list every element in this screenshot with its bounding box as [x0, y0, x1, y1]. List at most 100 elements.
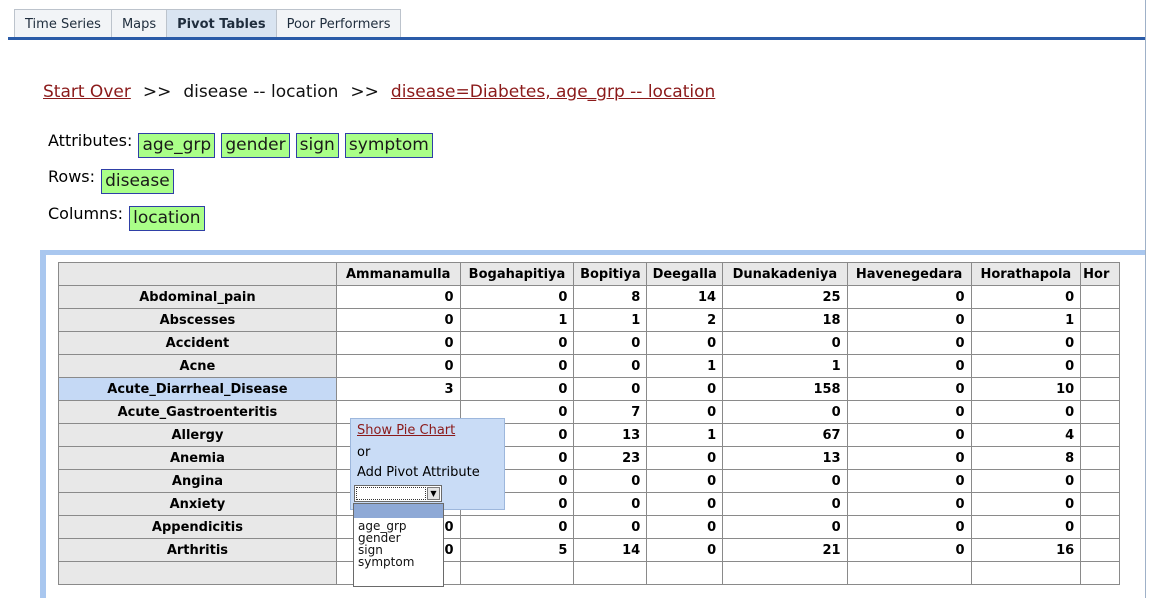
- attribute-chip-sign[interactable]: sign: [295, 133, 339, 158]
- pivot-table-container[interactable]: Ammanamulla Bogahapitiya Bopitiya Deegal…: [58, 262, 1120, 598]
- table-cell[interactable]: 0: [459, 377, 575, 401]
- table-cell[interactable]: 0: [970, 285, 1082, 309]
- pivot-attribute-select[interactable]: ▼: [354, 485, 442, 502]
- row-header[interactable]: Anxiety: [58, 492, 337, 516]
- table-cell[interactable]: 0: [646, 492, 724, 516]
- attribute-chip-age-grp[interactable]: age_grp: [138, 133, 216, 158]
- table-cell[interactable]: 0: [846, 538, 972, 562]
- table-cell[interactable]: 0: [573, 515, 648, 539]
- dropdown-option-symptom[interactable]: symptom: [354, 556, 443, 568]
- table-cell[interactable]: 0: [970, 492, 1082, 516]
- column-header[interactable]: Horathapola: [970, 262, 1082, 286]
- table-cell[interactable]: 0: [335, 354, 461, 378]
- table-cell[interactable]: 18: [722, 308, 848, 332]
- table-cell[interactable]: 67: [722, 423, 848, 447]
- row-header[interactable]: Allergy: [58, 423, 337, 447]
- row-header[interactable]: Anemia: [58, 446, 337, 470]
- table-cell[interactable]: 3: [335, 377, 461, 401]
- table-cell[interactable]: 0: [335, 308, 461, 332]
- breadcrumb-current-link[interactable]: disease=Diabetes, age_grp -- location: [391, 82, 715, 102]
- row-header[interactable]: Acute_Diarrheal_Disease: [58, 377, 337, 401]
- pivot-attribute-dropdown-list[interactable]: age_grp gender sign symptom: [353, 503, 444, 587]
- table-cell[interactable]: 0: [459, 354, 575, 378]
- table-cell[interactable]: 10: [970, 377, 1082, 401]
- table-cell[interactable]: 0: [459, 285, 575, 309]
- table-cell[interactable]: 0: [646, 377, 724, 401]
- table-cell[interactable]: 0: [846, 400, 972, 424]
- table-cell[interactable]: 1: [970, 308, 1082, 332]
- attribute-chip-gender[interactable]: gender: [221, 133, 290, 158]
- table-cell[interactable]: 0: [722, 469, 848, 493]
- table-cell[interactable]: 21: [722, 538, 848, 562]
- column-header[interactable]: Hor: [1080, 262, 1120, 286]
- column-chip-location[interactable]: location: [129, 206, 205, 231]
- table-cell[interactable]: 13: [722, 446, 848, 470]
- row-header[interactable]: Accident: [58, 331, 337, 355]
- table-cell[interactable]: 0: [722, 492, 848, 516]
- table-cell[interactable]: 0: [970, 400, 1082, 424]
- table-cell[interactable]: 16: [970, 538, 1082, 562]
- row-header[interactable]: Appendicitis: [58, 515, 337, 539]
- row-header[interactable]: Arthritis: [58, 538, 337, 562]
- table-cell[interactable]: 0: [846, 492, 972, 516]
- column-header[interactable]: Bopitiya: [573, 262, 648, 286]
- column-header[interactable]: Deegalla: [646, 262, 724, 286]
- table-cell[interactable]: 0: [970, 469, 1082, 493]
- tab-pivot-tables[interactable]: Pivot Tables: [166, 9, 277, 37]
- table-cell[interactable]: 0: [573, 492, 648, 516]
- table-cell[interactable]: 1: [722, 354, 848, 378]
- row-header[interactable]: Acne: [58, 354, 337, 378]
- table-cell[interactable]: 1: [646, 354, 724, 378]
- table-cell[interactable]: 7: [573, 400, 648, 424]
- table-cell[interactable]: 0: [846, 515, 972, 539]
- table-cell[interactable]: 0: [846, 331, 972, 355]
- row-chip-disease[interactable]: disease: [101, 169, 174, 194]
- table-cell[interactable]: 0: [970, 331, 1082, 355]
- table-cell[interactable]: 0: [573, 331, 648, 355]
- table-cell[interactable]: 1: [646, 423, 724, 447]
- row-header[interactable]: Acute_Gastroenteritis: [58, 400, 337, 424]
- table-cell[interactable]: 25: [722, 285, 848, 309]
- table-cell[interactable]: 0: [459, 515, 575, 539]
- table-cell[interactable]: 0: [846, 377, 972, 401]
- table-cell[interactable]: 0: [646, 469, 724, 493]
- table-cell[interactable]: 0: [646, 400, 724, 424]
- table-cell[interactable]: 0: [646, 538, 724, 562]
- table-cell[interactable]: 0: [722, 515, 848, 539]
- table-cell[interactable]: 1: [459, 308, 575, 332]
- breadcrumb-start-over-link[interactable]: Start Over: [43, 82, 131, 102]
- table-cell[interactable]: 14: [573, 538, 648, 562]
- table-cell[interactable]: 0: [846, 423, 972, 447]
- column-header[interactable]: Havenegedara: [846, 262, 972, 286]
- table-cell[interactable]: 0: [646, 446, 724, 470]
- table-cell[interactable]: 0: [646, 331, 724, 355]
- table-cell[interactable]: 4: [970, 423, 1082, 447]
- table-cell[interactable]: 0: [846, 285, 972, 309]
- table-cell[interactable]: 13: [573, 423, 648, 447]
- tab-time-series[interactable]: Time Series: [14, 9, 112, 37]
- table-cell[interactable]: 0: [573, 377, 648, 401]
- tab-maps[interactable]: Maps: [110, 9, 168, 37]
- row-header[interactable]: Abdominal_pain: [58, 285, 337, 309]
- table-cell[interactable]: 0: [459, 331, 575, 355]
- table-cell[interactable]: 0: [335, 285, 461, 309]
- table-cell[interactable]: 0: [573, 469, 648, 493]
- table-cell[interactable]: 0: [722, 331, 848, 355]
- table-cell[interactable]: 0: [846, 446, 972, 470]
- attribute-chip-symptom[interactable]: symptom: [344, 133, 433, 158]
- dropdown-option-blank-highlighted[interactable]: [354, 504, 443, 518]
- column-header[interactable]: Bogahapitiya: [459, 262, 575, 286]
- table-cell[interactable]: 14: [646, 285, 724, 309]
- table-cell[interactable]: 0: [722, 400, 848, 424]
- tab-poor-performers[interactable]: Poor Performers: [275, 9, 402, 37]
- table-cell[interactable]: 0: [573, 354, 648, 378]
- table-cell[interactable]: 5: [459, 538, 575, 562]
- table-cell[interactable]: 8: [573, 285, 648, 309]
- table-cell[interactable]: 0: [335, 331, 461, 355]
- show-pie-chart-link[interactable]: Show Pie Chart: [357, 423, 455, 438]
- table-cell[interactable]: 0: [846, 354, 972, 378]
- table-cell[interactable]: 0: [846, 308, 972, 332]
- table-cell[interactable]: 2: [646, 308, 724, 332]
- table-cell[interactable]: 0: [970, 354, 1082, 378]
- table-cell[interactable]: 0: [646, 515, 724, 539]
